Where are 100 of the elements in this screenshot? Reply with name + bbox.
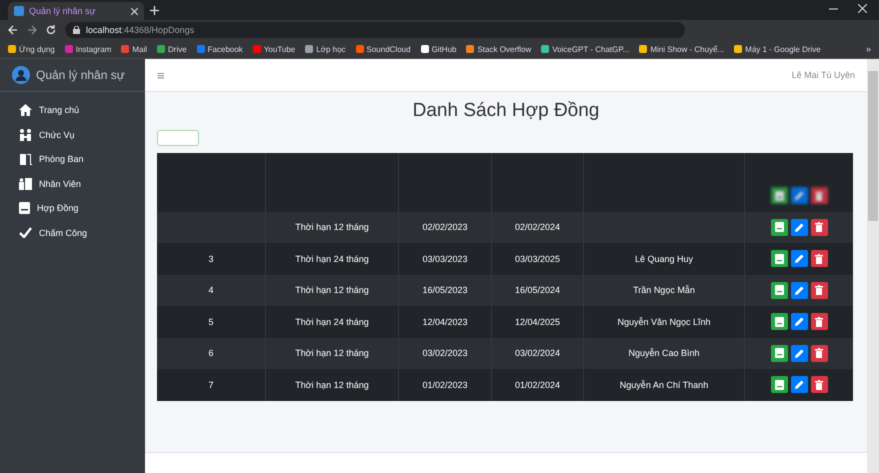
bookmark[interactable]: Mail [121,44,147,54]
edit-button[interactable] [790,313,808,330]
id-cell: 5 [208,316,214,327]
user-name[interactable]: Lê Mai Tú Uyên [792,70,855,80]
end-date-cell: 02/02/2024 [514,222,560,232]
bookmark[interactable]: Instagram [64,44,112,54]
forward-icon[interactable] [27,25,37,35]
sidebar-item[interactable]: Chức Vụ [0,122,145,147]
delete-button[interactable] [810,282,828,299]
details-button[interactable] [770,282,788,299]
bookmark[interactable]: VoiceGPT - ChatGP... [541,44,630,54]
new-tab-icon[interactable] [150,6,159,14]
start-date-cell: 12/04/2023 [422,316,468,327]
document-icon [774,222,784,232]
trash-icon [815,222,823,232]
end-date-cell: 12/04/2025 [514,316,560,327]
edit-button[interactable] [790,250,808,268]
delete-button[interactable] [810,344,828,362]
bookmark[interactable]: Mini Show - Chuyể... [639,44,724,54]
start-date-cell: 01/02/2023 [422,380,468,390]
menu-button[interactable]: ≡ [157,68,165,82]
pencil-icon [794,317,804,326]
sidebar-item[interactable]: Phòng Ban [0,147,145,172]
delete-button[interactable] [810,187,828,204]
people-icon [19,128,32,141]
trash-icon [815,285,823,296]
trash-icon [815,190,823,201]
pencil-icon [794,348,804,358]
end-date-cell: 03/03/2025 [514,254,560,264]
close-icon[interactable] [131,8,138,14]
details-button[interactable] [770,187,788,204]
employee-cell: Nguyễn Văn Ngọc Lĩnh [617,316,711,327]
contract-type-cell: Thời hạn 24 tháng [295,316,369,327]
document-icon [774,254,784,264]
id-cell: 4 [208,285,214,296]
start-date-cell: 03/02/2023 [422,348,468,358]
sidebar-item[interactable]: Chấm Công [0,220,145,245]
bookmark[interactable]: Lớp học [305,44,346,54]
pencil-icon [794,254,804,264]
back-icon[interactable] [8,25,18,35]
contract-type-cell: Thời hạn 12 tháng [295,380,369,390]
edit-button[interactable] [790,218,808,236]
employee-cell: Lê Quang Huy [634,254,694,264]
brand-title: Quản lý nhân sự [36,68,125,82]
scrollbar-thumb[interactable] [868,71,878,221]
delete-button[interactable] [810,376,828,394]
id-cell: 3 [208,254,214,264]
details-button[interactable] [770,344,788,362]
delete-button[interactable] [810,313,828,330]
close-icon[interactable] [858,4,867,12]
contract-type-cell: Thời hạn 24 tháng [295,254,369,264]
reload-icon[interactable] [46,25,56,35]
details-button[interactable] [770,376,788,394]
document-icon [774,190,784,201]
bookmark[interactable]: Ứng dụng [8,44,55,54]
bookmark[interactable]: Drive [157,44,187,54]
page-title: Danh Sách Hợp Đồng [412,100,600,122]
avatar-icon [12,66,30,84]
bookmark[interactable]: GitHub [420,44,456,54]
browser-tab[interactable]: Quản lý nhân sự [8,2,144,20]
bookmark[interactable]: Stack Overflow [466,44,532,54]
details-button[interactable] [770,250,788,268]
address-bar[interactable]: localhost:44368/HopDongs [65,22,685,38]
end-date-cell: 01/02/2024 [514,380,560,390]
employee-cell: Nguyễn An Chí Thanh [620,380,708,390]
edit-button[interactable] [790,344,808,362]
bookmark[interactable]: Máy 1 - Google Drive [734,44,821,54]
start-date-cell: 16/05/2023 [422,285,468,296]
sidebar-item[interactable]: Hợp Đồng [0,196,145,220]
employee-cell: Nguyễn Cao Bình [628,348,700,358]
document-icon [774,316,784,327]
pencil-icon [794,380,804,390]
id-cell: 7 [208,380,214,390]
staff-icon [19,178,32,190]
start-date-cell: 02/02/2023 [422,222,468,232]
details-button[interactable] [770,313,788,330]
delete-button[interactable] [810,250,828,268]
bookmark[interactable]: YouTube [252,44,296,54]
door-icon [19,153,32,166]
book-icon [19,202,30,214]
bookmark[interactable]: SoundCloud [356,44,411,54]
details-button[interactable] [770,218,788,236]
contract-type-cell: Thời hạn 12 tháng [295,222,369,232]
start-date-cell: 03/03/2023 [422,254,468,264]
edit-button[interactable] [790,282,808,299]
id-cell: 6 [208,348,214,358]
sidebar-item[interactable]: Nhân Viên [0,172,145,196]
end-date-cell: 03/02/2024 [514,348,560,358]
end-date-cell: 16/05/2024 [514,285,560,296]
pencil-icon [794,191,804,200]
trash-icon [815,254,823,264]
document-icon [774,285,784,296]
sidebar-item[interactable]: Trang chủ [0,98,145,122]
home-icon [19,104,32,116]
delete-button[interactable] [810,218,828,236]
employee-cell: Trần Ngọc Mẫn [633,285,695,296]
edit-button[interactable] [790,376,808,394]
more-bookmarks[interactable]: » [866,44,871,54]
bookmark[interactable]: Facebook [196,44,243,54]
pencil-icon [794,222,804,232]
